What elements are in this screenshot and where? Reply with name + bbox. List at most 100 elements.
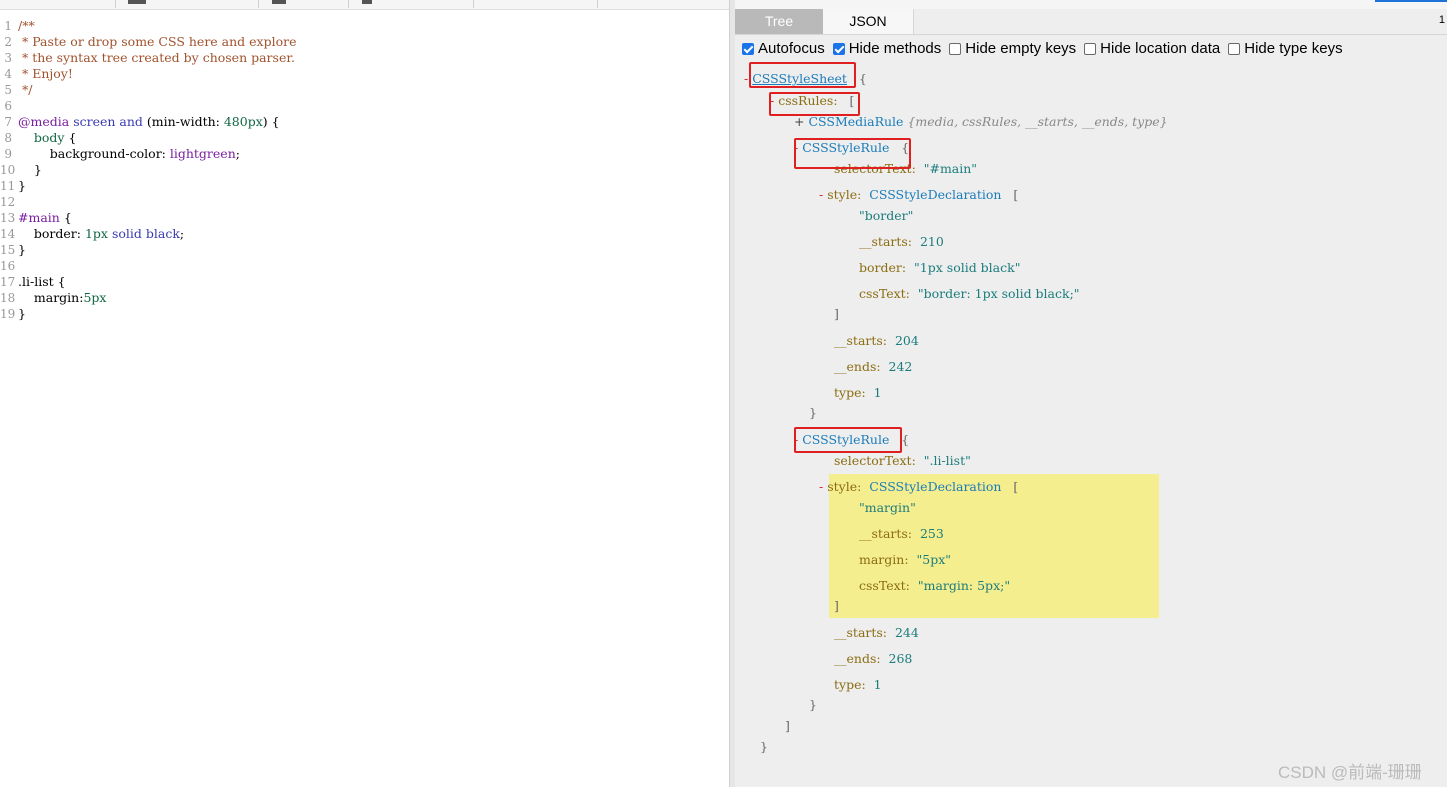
property-value: "#main" bbox=[923, 161, 978, 176]
collapse-toggle[interactable]: - bbox=[744, 71, 748, 86]
tree-property: __starts: 210 bbox=[859, 233, 944, 251]
code-token: { bbox=[68, 130, 77, 145]
close-brace: } bbox=[809, 696, 817, 714]
property-value: 268 bbox=[888, 651, 913, 666]
code-token: #main bbox=[18, 210, 64, 225]
line-number: 19 bbox=[0, 307, 16, 321]
collapse-toggle[interactable]: - bbox=[819, 479, 823, 494]
close-bracket: ] bbox=[834, 305, 839, 323]
line-number: 18 bbox=[0, 291, 16, 305]
close-bracket: ] bbox=[785, 717, 790, 735]
checkbox[interactable] bbox=[1084, 42, 1097, 55]
property-value: "1px solid black" bbox=[914, 260, 1021, 275]
line-number: 3 bbox=[4, 51, 12, 65]
expand-toggle[interactable]: + bbox=[794, 114, 804, 129]
line-number: 17 bbox=[0, 275, 16, 289]
tab-tree[interactable]: Tree bbox=[735, 9, 823, 34]
checkbox[interactable] bbox=[1228, 42, 1241, 55]
open-bracket: [ bbox=[1013, 479, 1019, 494]
node-type-link[interactable]: CSSStyleDeclaration bbox=[869, 187, 1001, 202]
option-hide-type-keys[interactable]: Hide type keys bbox=[1228, 40, 1343, 57]
code-token: } bbox=[18, 242, 26, 257]
toolbar-divider bbox=[115, 0, 116, 8]
option-label: Autofocus bbox=[758, 40, 825, 57]
code-token: @media bbox=[18, 114, 74, 129]
close-bracket: ] bbox=[834, 597, 839, 615]
view-tabs: Tree JSON 1 bbox=[735, 9, 1447, 35]
property-value: "border: 1px solid black;" bbox=[917, 286, 1080, 301]
code-token: body bbox=[18, 130, 69, 145]
code-token: */ bbox=[18, 82, 33, 97]
code-token: * the syntax tree created by chosen pars… bbox=[18, 50, 295, 65]
checkbox[interactable] bbox=[949, 42, 962, 55]
tree-property: __ends: 242 bbox=[834, 358, 912, 376]
line-number: 14 bbox=[0, 227, 16, 241]
close-brace-glyph: } bbox=[809, 405, 817, 420]
tree-property: selectorText: ".li-list" bbox=[834, 452, 971, 470]
annotation-box bbox=[794, 427, 902, 453]
close-brace: } bbox=[809, 404, 817, 422]
code-token: and bbox=[119, 114, 147, 129]
node-summary: {media, cssRules, __starts, __ends, type… bbox=[907, 114, 1168, 129]
annotation-box bbox=[749, 62, 856, 88]
option-autofocus[interactable]: Autofocus bbox=[742, 40, 825, 57]
line-number: 4 bbox=[4, 67, 12, 81]
checkbox[interactable] bbox=[742, 42, 754, 55]
property-value: 204 bbox=[894, 333, 919, 348]
property-key: selectorText: bbox=[834, 453, 916, 468]
node-type-link[interactable]: CSSMediaRule bbox=[808, 114, 903, 129]
code-text: */ bbox=[18, 82, 32, 98]
property-value: 1 bbox=[873, 385, 882, 400]
node-type-link[interactable]: CSSStyleDeclaration bbox=[869, 479, 1001, 494]
toolbar-divider bbox=[597, 0, 598, 8]
option-hide-location-data[interactable]: Hide location data bbox=[1084, 40, 1220, 57]
tree-property: margin: "5px" bbox=[859, 551, 951, 569]
tree-property: border: "1px solid black" bbox=[859, 259, 1020, 277]
toolbar-active-indicator bbox=[1375, 0, 1447, 2]
code-token: } bbox=[18, 306, 26, 321]
property-key: __starts: bbox=[859, 234, 913, 249]
tab-json[interactable]: JSON bbox=[823, 9, 914, 34]
property-value: "margin" bbox=[859, 500, 916, 515]
property-key: __starts: bbox=[834, 625, 888, 640]
close-brace: } bbox=[760, 738, 768, 756]
toolbar-icon[interactable] bbox=[272, 0, 286, 4]
code-token: /** bbox=[18, 18, 35, 33]
code-token: } bbox=[18, 162, 42, 177]
tree-property: __starts: 204 bbox=[834, 332, 919, 350]
toolbar-icon[interactable] bbox=[362, 0, 372, 4]
property-key: __starts: bbox=[834, 333, 888, 348]
tree-node-style[interactable]: - style: CSSStyleDeclaration [ bbox=[819, 478, 1018, 496]
property-value: 1 bbox=[873, 677, 882, 692]
tree-node-style[interactable]: - style: CSSStyleDeclaration [ bbox=[819, 186, 1018, 204]
close-brace-glyph: } bbox=[809, 697, 817, 712]
property-key: border: bbox=[859, 260, 907, 275]
line-number: 8 bbox=[4, 131, 12, 145]
line-number: 11 bbox=[0, 179, 16, 193]
code-text: .li-list { bbox=[18, 274, 66, 290]
property-value: "border" bbox=[859, 208, 914, 223]
property-key: cssText: bbox=[859, 286, 910, 301]
code-text: /** bbox=[18, 18, 35, 34]
option-hide-methods[interactable]: Hide methods bbox=[832, 40, 941, 57]
code-text: } bbox=[18, 306, 26, 322]
code-text: * Paste or drop some CSS here and explor… bbox=[18, 34, 297, 50]
collapse-toggle[interactable]: - bbox=[819, 187, 823, 202]
property-value: 210 bbox=[919, 234, 944, 249]
close-brace-glyph: } bbox=[760, 739, 768, 754]
code-text: * Enjoy! bbox=[18, 66, 73, 82]
line-number: 10 bbox=[0, 163, 16, 177]
line-number: 1 bbox=[4, 19, 12, 33]
code-text: } bbox=[18, 178, 26, 194]
toolbar-icon[interactable] bbox=[128, 0, 146, 4]
annotation-box bbox=[769, 92, 860, 116]
code-text: body { bbox=[18, 130, 77, 146]
code-token: 480px bbox=[223, 114, 263, 129]
close-bracket-glyph: ] bbox=[834, 598, 839, 613]
checkbox[interactable] bbox=[832, 42, 845, 55]
css-editor[interactable]: 1 /** 2 * Paste or drop some CSS here and … bbox=[0, 10, 729, 787]
code-token: lightgreen bbox=[169, 146, 236, 161]
code-text: * the syntax tree created by chosen pars… bbox=[18, 50, 295, 66]
option-hide-empty-keys[interactable]: Hide empty keys bbox=[949, 40, 1076, 57]
tree-property: __starts: 244 bbox=[834, 624, 919, 642]
